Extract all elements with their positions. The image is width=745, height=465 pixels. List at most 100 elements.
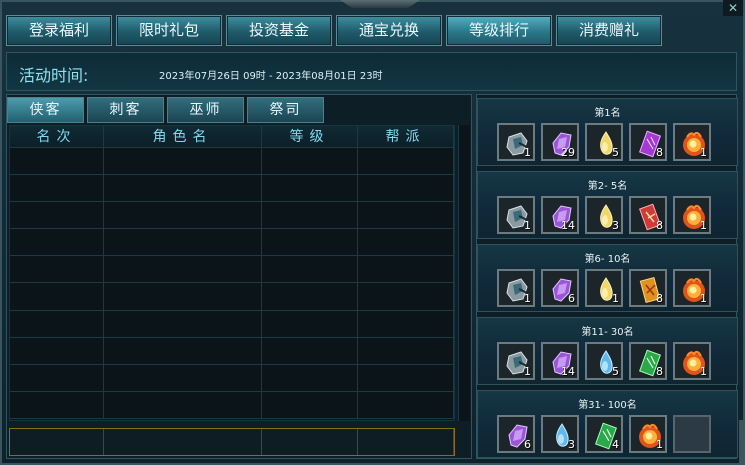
reward-item-slot[interactable]: 1 <box>497 196 535 234</box>
table-cell <box>104 256 262 283</box>
reward-tier-title: 第2- 5名 <box>587 181 628 192</box>
table-row[interactable] <box>10 391 454 419</box>
table-row[interactable] <box>10 229 454 257</box>
reward-item-qty: 1 <box>656 438 663 451</box>
top-tabs: 登录福利 限时礼包 投资基金 通宝兑换 等级排行 消费赠礼 <box>6 15 662 46</box>
table-cell <box>104 175 262 202</box>
reward-slots: 1 14 3 8 1 <box>478 196 737 234</box>
tab-level-ranking[interactable]: 等级排行 <box>446 15 552 46</box>
table-cell <box>358 202 454 229</box>
reward-item-slot[interactable]: 1 <box>585 269 623 307</box>
table-row[interactable] <box>10 148 454 176</box>
reward-item-slot[interactable]: 8 <box>629 342 667 380</box>
reward-item-slot[interactable]: 8 <box>629 196 667 234</box>
tab-login-welfare[interactable]: 登录福利 <box>6 15 112 46</box>
reward-item-slot[interactable]: 1 <box>673 123 711 161</box>
reward-item-qty: 8 <box>656 146 663 159</box>
table-cell <box>358 229 454 256</box>
table-row[interactable] <box>10 364 454 392</box>
close-button[interactable]: ✕ <box>723 0 743 16</box>
table-cell <box>10 148 104 175</box>
reward-item-slot[interactable]: 1 <box>497 342 535 380</box>
close-icon: ✕ <box>727 1 739 15</box>
reward-item-slot[interactable]: 6 <box>541 269 579 307</box>
reward-slots: 1 29 5 8 1 <box>478 123 737 161</box>
reward-item-slot[interactable]: 5 <box>585 123 623 161</box>
table-cell <box>104 283 262 310</box>
reward-item-slot[interactable]: 14 <box>541 342 579 380</box>
class-tab-jisi[interactable]: 祭司 <box>247 97 324 123</box>
reward-tier: 第11- 30名 1 14 5 8 1 <box>477 317 738 385</box>
class-tab-cike[interactable]: 刺客 <box>87 97 164 123</box>
reward-item-qty: 1 <box>700 146 707 159</box>
reward-item-slot[interactable]: 29 <box>541 123 579 161</box>
table-cell <box>262 202 358 229</box>
reward-item-slot[interactable]: 8 <box>629 123 667 161</box>
table-row[interactable] <box>10 202 454 230</box>
reward-slots: 6 3 4 1 <box>478 415 737 453</box>
reward-item-qty: 14 <box>561 365 575 378</box>
header-role-name: 角色名 <box>104 126 262 147</box>
table-cell <box>358 391 454 418</box>
reward-item-qty: 1 <box>524 292 531 305</box>
activity-time-label: 活动时间: <box>19 66 89 85</box>
reward-item-qty: 1 <box>700 365 707 378</box>
reward-item-qty: 3 <box>568 438 575 451</box>
tab-limited-gift[interactable]: 限时礼包 <box>116 15 222 46</box>
table-cell <box>358 364 454 391</box>
reward-item-slot[interactable]: 6 <box>497 415 535 453</box>
table-cell <box>262 310 358 337</box>
reward-tier-title: 第31- 100名 <box>578 400 637 411</box>
reward-tier-title: 第11- 30名 <box>581 327 634 338</box>
reward-item-slot[interactable]: 1 <box>673 269 711 307</box>
reward-item-qty: 5 <box>612 365 619 378</box>
table-cell <box>262 175 358 202</box>
reward-item-qty: 6 <box>568 292 575 305</box>
table-cell <box>262 229 358 256</box>
reward-item-slot[interactable]: 1 <box>673 342 711 380</box>
reward-tier: 第2- 5名 1 14 3 8 1 <box>477 171 738 239</box>
reward-item-qty: 1 <box>524 219 531 232</box>
reward-tier: 第31- 100名 6 3 4 1 <box>477 390 738 458</box>
table-cell <box>10 283 104 310</box>
tab-spending-gift[interactable]: 消费赠礼 <box>556 15 662 46</box>
reward-item-slot[interactable]: 1 <box>629 415 667 453</box>
table-cell <box>104 364 262 391</box>
reward-item-slot[interactable]: 1 <box>497 123 535 161</box>
table-cell <box>358 175 454 202</box>
reward-tier: 第6- 10名 1 6 1 8 1 <box>477 244 738 312</box>
tab-tongbao-exchange[interactable]: 通宝兑换 <box>336 15 442 46</box>
reward-item-slot[interactable]: 5 <box>585 342 623 380</box>
table-cell <box>262 391 358 418</box>
table-row[interactable] <box>10 337 454 365</box>
class-tab-xiake[interactable]: 侠客 <box>7 97 84 123</box>
side-handle[interactable] <box>739 420 745 465</box>
table-row[interactable] <box>10 256 454 284</box>
table-row[interactable] <box>10 175 454 203</box>
table-cell <box>104 148 262 175</box>
reward-item-slot[interactable]: 1 <box>673 196 711 234</box>
class-tab-wushi[interactable]: 巫师 <box>167 97 244 123</box>
table-row[interactable] <box>10 310 454 338</box>
table-cell <box>10 364 104 391</box>
table-row[interactable] <box>10 283 454 311</box>
reward-item-qty: 6 <box>524 438 531 451</box>
tab-investment-fund[interactable]: 投资基金 <box>226 15 332 46</box>
ranking-panel: 侠客 刺客 巫师 祭司 名次 角色名 等级 帮派 <box>6 94 472 459</box>
reward-item-qty: 1 <box>612 292 619 305</box>
reward-item-slot[interactable]: 8 <box>629 269 667 307</box>
reward-item-slot[interactable]: 1 <box>497 269 535 307</box>
ranking-scrollbar[interactable] <box>458 125 470 421</box>
table-cell <box>358 283 454 310</box>
reward-item-slot[interactable]: 3 <box>541 415 579 453</box>
my-ranking-row <box>9 428 455 456</box>
reward-tier-title: 第1名 <box>594 108 621 119</box>
reward-item-slot[interactable]: 4 <box>585 415 623 453</box>
ranking-table: 名次 角色名 等级 帮派 <box>9 125 455 421</box>
reward-item-slot[interactable]: 3 <box>585 196 623 234</box>
empty-reward-slot[interactable] <box>673 415 711 453</box>
table-cell <box>358 256 454 283</box>
reward-slots: 1 6 1 8 1 <box>478 269 737 307</box>
ranking-table-header: 名次 角色名 等级 帮派 <box>10 126 454 148</box>
reward-item-slot[interactable]: 14 <box>541 196 579 234</box>
